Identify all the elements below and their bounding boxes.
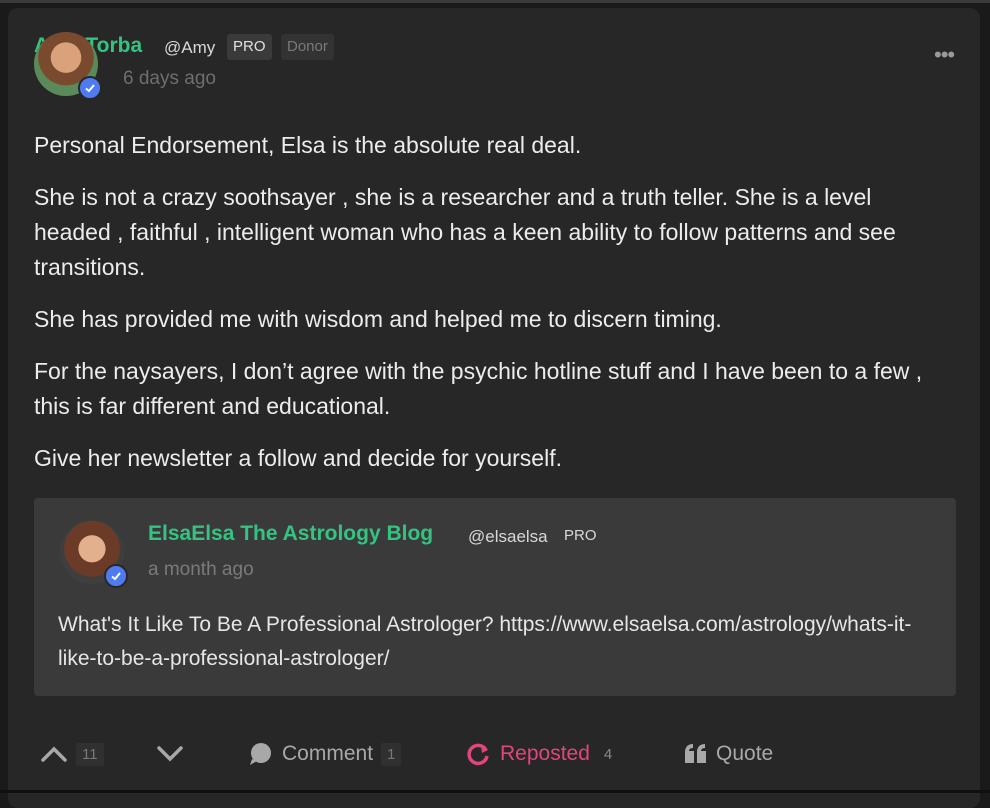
comment-button[interactable]: Comment 1 (248, 728, 402, 780)
quoted-author-name[interactable]: ElsaElsa The Astrology Blog (148, 522, 433, 546)
quoted-author-handle[interactable]: @elsaelsa (468, 527, 548, 547)
downvote-button[interactable] (156, 728, 184, 780)
repost-button[interactable]: Reposted 4 (466, 728, 618, 780)
quote-button[interactable]: Quote (684, 728, 773, 780)
verified-check-icon (78, 76, 102, 100)
repost-count: 4 (603, 745, 613, 763)
upvote-count: 11 (76, 742, 104, 766)
author-handle[interactable]: @Amy (164, 38, 215, 58)
post-paragraph: For the naysayers, I don’t agree with th… (34, 358, 923, 419)
quoted-timestamp[interactable]: a month ago (148, 559, 254, 581)
comment-label: Comment (282, 742, 374, 765)
quoted-text: What's It Like To Be A Professional Astr… (58, 613, 912, 670)
repost-icon (467, 743, 489, 766)
quote-mark-icon (685, 744, 706, 763)
verified-check-icon (104, 564, 128, 588)
quoted-pro-badge: PRO (564, 527, 597, 544)
post-paragraph: She is not a crazy soothsayer , she is a… (34, 184, 896, 280)
post-paragraph: She has provided me with wisdom and help… (34, 306, 722, 332)
repost-label: Reposted (500, 742, 590, 765)
quote-label: Quote (716, 742, 774, 765)
quoted-post[interactable]: ElsaElsa The Astrology Blog @elsaelsa PR… (34, 498, 956, 696)
donor-badge: Donor (281, 34, 334, 60)
post-paragraph: Give her newsletter a follow and decide … (34, 445, 562, 471)
comment-count: 1 (381, 742, 402, 766)
author-avatar[interactable] (34, 32, 102, 100)
post-paragraph: Personal Endorsement, Elsa is the absolu… (34, 132, 582, 158)
action-bar: 11 Comment 1 Reposted 4 Quote (8, 728, 980, 780)
chevron-up-icon (41, 746, 67, 762)
post-card: Amy Torba @Amy PRO Donor 6 days ago ••• … (8, 8, 980, 808)
upvote-button[interactable]: 11 (40, 728, 104, 780)
top-border (0, 0, 990, 3)
more-options-icon[interactable]: ••• (934, 42, 955, 68)
comment-bubble-icon (250, 743, 271, 765)
post-body: Personal Endorsement, Elsa is the absolu… (34, 128, 954, 493)
post-timestamp[interactable]: 6 days ago (123, 68, 216, 90)
pro-badge: PRO (227, 34, 272, 60)
quoted-author-avatar[interactable] (60, 520, 128, 588)
chevron-down-icon (157, 746, 183, 762)
